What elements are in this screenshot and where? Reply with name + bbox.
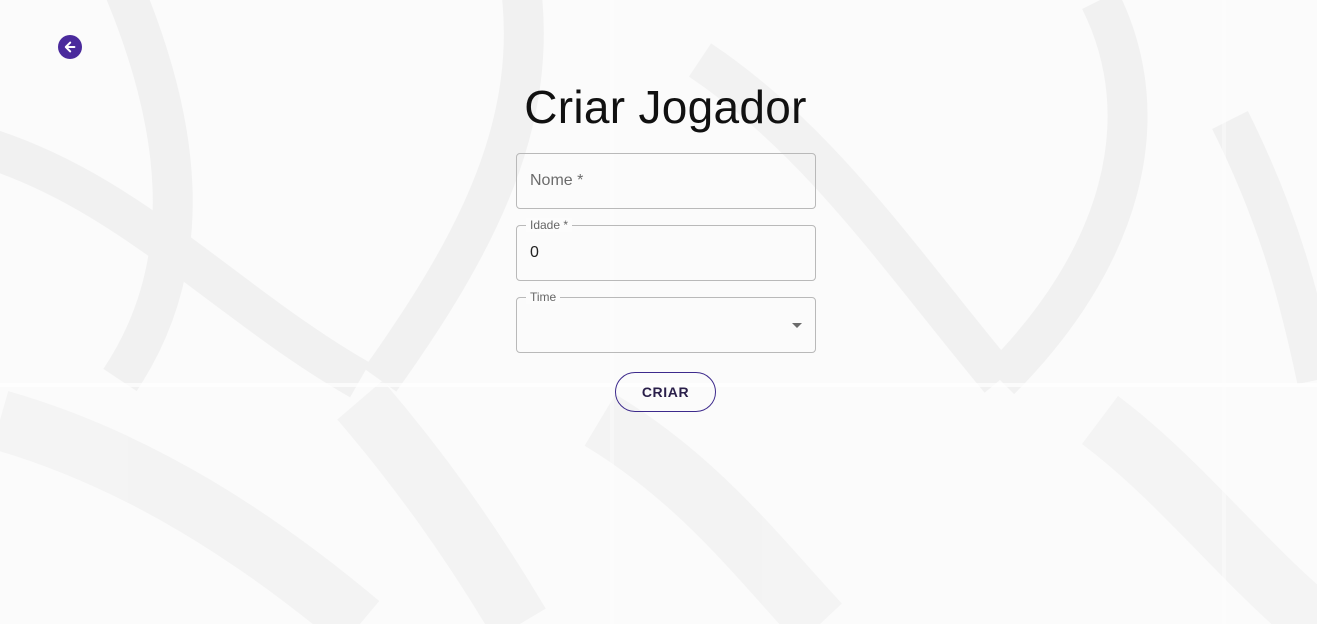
page-title: Criar Jogador <box>524 81 807 133</box>
back-button[interactable] <box>58 35 82 59</box>
criar-button[interactable]: CRIAR <box>615 372 716 412</box>
nome-placeholder: Nome * <box>530 172 584 189</box>
time-label: Time <box>526 290 561 304</box>
chevron-down-icon <box>792 323 802 328</box>
nome-field[interactable]: Nome * <box>516 153 816 209</box>
arrow-left-icon <box>64 41 76 53</box>
time-select[interactable]: Time <box>516 290 816 353</box>
idade-field[interactable]: Idade * 0 <box>516 218 816 281</box>
idade-label: Idade * <box>526 218 573 232</box>
idade-value: 0 <box>530 244 539 261</box>
